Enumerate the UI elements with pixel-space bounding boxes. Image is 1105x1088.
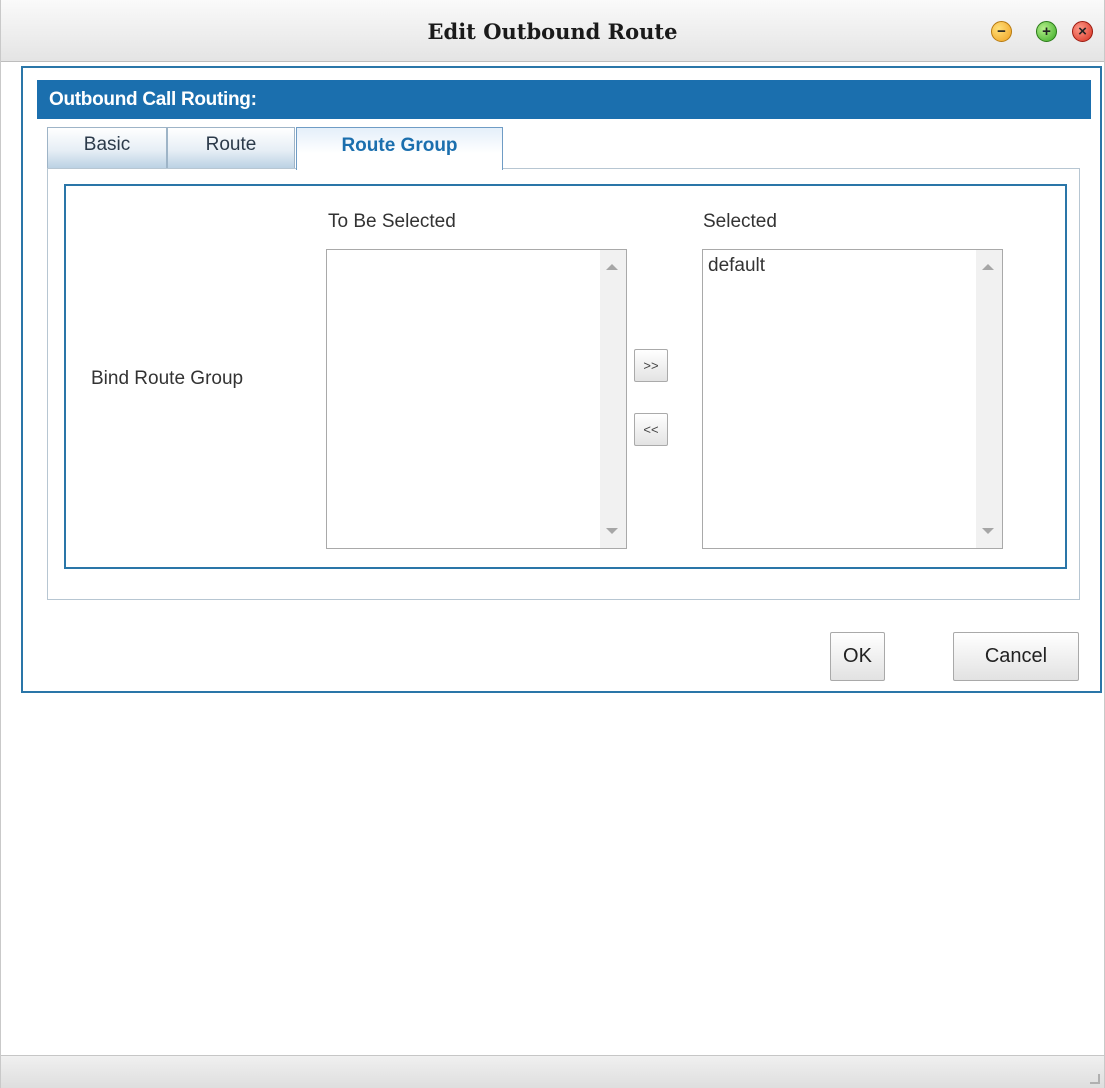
tab-panel: Bind Route Group To Be Selected Selected… (47, 168, 1080, 600)
dialog-body: Outbound Call Routing: Basic Route Route… (21, 66, 1102, 693)
tab-basic[interactable]: Basic (47, 127, 167, 169)
scrollbar[interactable] (600, 250, 626, 548)
scroll-up-icon[interactable] (606, 264, 618, 270)
scroll-down-icon[interactable] (982, 528, 994, 534)
selected-list[interactable]: default (702, 249, 1003, 549)
scrollbar[interactable] (976, 250, 1002, 548)
list-item[interactable]: default (708, 255, 765, 277)
route-group-form: Bind Route Group To Be Selected Selected… (64, 184, 1067, 569)
status-bar (1, 1055, 1104, 1088)
selected-label: Selected (703, 211, 777, 232)
edit-outbound-route-dialog: Edit Outbound Route − + × Outbound Call … (0, 0, 1105, 1088)
bind-route-group-label: Bind Route Group (91, 368, 244, 389)
move-right-button[interactable]: >> (634, 349, 668, 382)
minimize-icon[interactable]: − (991, 21, 1012, 42)
resize-grip-icon[interactable] (1090, 1074, 1100, 1084)
to-be-selected-label: To Be Selected (328, 211, 456, 232)
title-bar[interactable]: Edit Outbound Route − + × (1, 0, 1104, 62)
maximize-icon[interactable]: + (1036, 21, 1057, 42)
dialog-title: Edit Outbound Route (427, 19, 678, 44)
to-be-selected-list[interactable] (326, 249, 627, 549)
move-left-button[interactable]: << (634, 413, 668, 446)
tab-route[interactable]: Route (167, 127, 295, 169)
cancel-button[interactable]: Cancel (953, 632, 1079, 681)
close-icon[interactable]: × (1072, 21, 1093, 42)
section-header: Outbound Call Routing: (37, 80, 1091, 119)
scroll-up-icon[interactable] (982, 264, 994, 270)
tab-route-group[interactable]: Route Group (296, 127, 503, 170)
scroll-down-icon[interactable] (606, 528, 618, 534)
ok-button[interactable]: OK (830, 632, 885, 681)
